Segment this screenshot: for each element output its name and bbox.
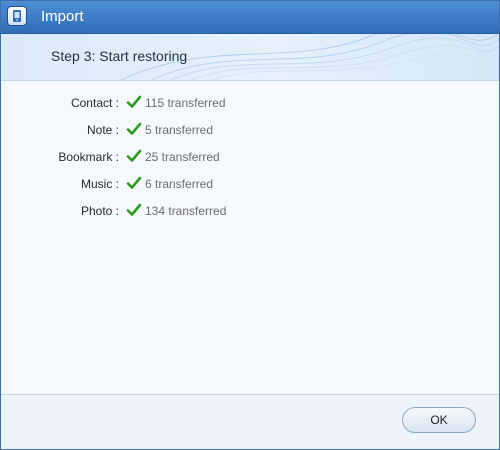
- phone-transfer-icon: [13, 10, 21, 22]
- checkmark-icon: [126, 95, 142, 108]
- result-label: Photo :: [80, 204, 119, 218]
- dialog-footer: OK: [1, 394, 499, 449]
- result-row-note: Note : 5 transferred: [1, 121, 499, 141]
- result-value: 5 transferred: [145, 123, 214, 137]
- checkmark-icon: [126, 122, 142, 135]
- result-label: Bookmark :: [58, 150, 119, 164]
- step-banner: Step 3: Start restoring: [1, 34, 499, 81]
- checkmark-icon: [126, 149, 142, 162]
- result-value: 6 transferred: [145, 177, 214, 191]
- import-dialog: Import Step 3: Start restoring Contact :…: [0, 0, 500, 450]
- result-value: 115 transferred: [145, 96, 226, 110]
- app-icon: [7, 6, 27, 26]
- window-title: Import: [41, 8, 84, 25]
- checkmark-icon: [126, 176, 142, 189]
- result-row-bookmark: Bookmark : 25 transferred: [1, 148, 499, 168]
- step-title: Step 3: Start restoring: [51, 48, 188, 64]
- result-label: Note :: [86, 123, 119, 137]
- title-bar[interactable]: Import: [1, 1, 499, 34]
- result-row-photo: Photo : 134 transferred: [1, 202, 499, 222]
- result-value: 134 transferred: [145, 204, 227, 218]
- result-label: Contact :: [70, 96, 119, 110]
- result-value: 25 transferred: [145, 150, 220, 164]
- results-panel: Contact : 115 transferred Note : 5 trans…: [1, 81, 499, 393]
- checkmark-icon: [126, 203, 142, 216]
- result-row-music: Music : 6 transferred: [1, 175, 499, 195]
- result-row-contact: Contact : 115 transferred: [1, 94, 499, 114]
- result-label: Music :: [80, 177, 119, 191]
- ok-button[interactable]: OK: [402, 407, 476, 433]
